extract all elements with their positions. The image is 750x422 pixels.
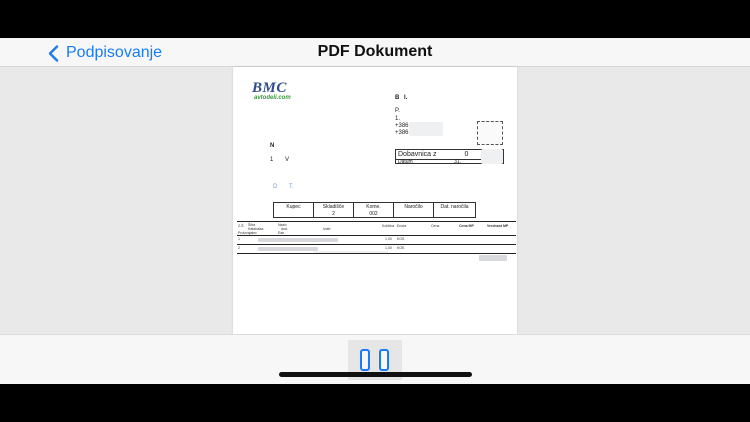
table-rule-top bbox=[237, 221, 516, 222]
pdf-page[interactable]: BMC avtodeli.com B I. P. 1. +386 +386 N … bbox=[233, 67, 517, 334]
client-address: 1 V bbox=[270, 157, 290, 163]
row-2-unit: KOS bbox=[397, 246, 405, 250]
table-rule-header bbox=[237, 235, 516, 236]
recipient-phone-2: +386 bbox=[395, 130, 409, 136]
redacted-row-1 bbox=[258, 238, 338, 242]
page-icon bbox=[360, 349, 370, 371]
qr-code bbox=[477, 121, 503, 145]
recipient-line-2: 1. bbox=[395, 116, 401, 122]
header-cell-order: Naročilo bbox=[394, 203, 434, 217]
redacted-block bbox=[409, 122, 443, 136]
column-header-price: Cena bbox=[431, 224, 440, 228]
page-icon bbox=[379, 349, 389, 371]
row-1-quantity: 1,00 bbox=[385, 237, 392, 241]
table-rule-bottom bbox=[237, 253, 516, 254]
row-1-number: 1 bbox=[238, 237, 240, 241]
client-name: N bbox=[270, 143, 275, 149]
header-cell-warehouse: Skladišče 2 bbox=[314, 203, 354, 217]
row-2-number: 2 bbox=[238, 246, 240, 250]
redacted-block bbox=[481, 149, 503, 164]
pdf-viewer[interactable]: BMC avtodeli.com B I. P. 1. +386 +386 N … bbox=[0, 67, 750, 334]
column-header-note: Izdel bbox=[323, 227, 331, 231]
home-indicator[interactable] bbox=[279, 372, 472, 377]
column-header-quantity: Količina bbox=[382, 224, 395, 228]
redacted-row-2 bbox=[258, 247, 318, 251]
header-cell-customer: Kupec bbox=[274, 203, 314, 217]
order-header-table: Kupec Skladišče 2 Kome. 002 Naročilo Dat… bbox=[273, 202, 476, 218]
header-cell-commercialist: Kome. 002 bbox=[354, 203, 394, 217]
redacted-total bbox=[479, 255, 507, 261]
page-title: PDF Dokument bbox=[317, 43, 433, 60]
recipient-phone-1: +386 bbox=[395, 123, 409, 129]
column-header-retail-value: Vrednost MP bbox=[487, 224, 509, 228]
column-header-retail-price: Cena MP bbox=[459, 224, 474, 228]
company-logo: BMC avtodeli.com bbox=[252, 80, 291, 102]
screen: Podpisovanje PDF Dokument BMC avtodeli.c… bbox=[0, 0, 750, 422]
column-header-number: Z.Š. bbox=[238, 224, 245, 228]
recipient-line-1: P. bbox=[395, 108, 400, 114]
column-header-unit: Enota bbox=[397, 224, 407, 228]
delivery-date: Datum 31. bbox=[398, 159, 462, 165]
recipient-initial: B I. bbox=[395, 95, 408, 101]
row-2-quantity: 1,00 bbox=[385, 246, 392, 250]
row-divider bbox=[237, 244, 516, 245]
navigation-bar: Podpisovanje PDF Dokument bbox=[0, 38, 750, 67]
header-cell-order-date: Dat. naročila bbox=[440, 204, 469, 210]
delivery-note-label: Dobavnica z 0 bbox=[398, 151, 469, 158]
row-1-unit: KOS bbox=[397, 237, 405, 241]
contact-line: D T. bbox=[273, 184, 294, 190]
